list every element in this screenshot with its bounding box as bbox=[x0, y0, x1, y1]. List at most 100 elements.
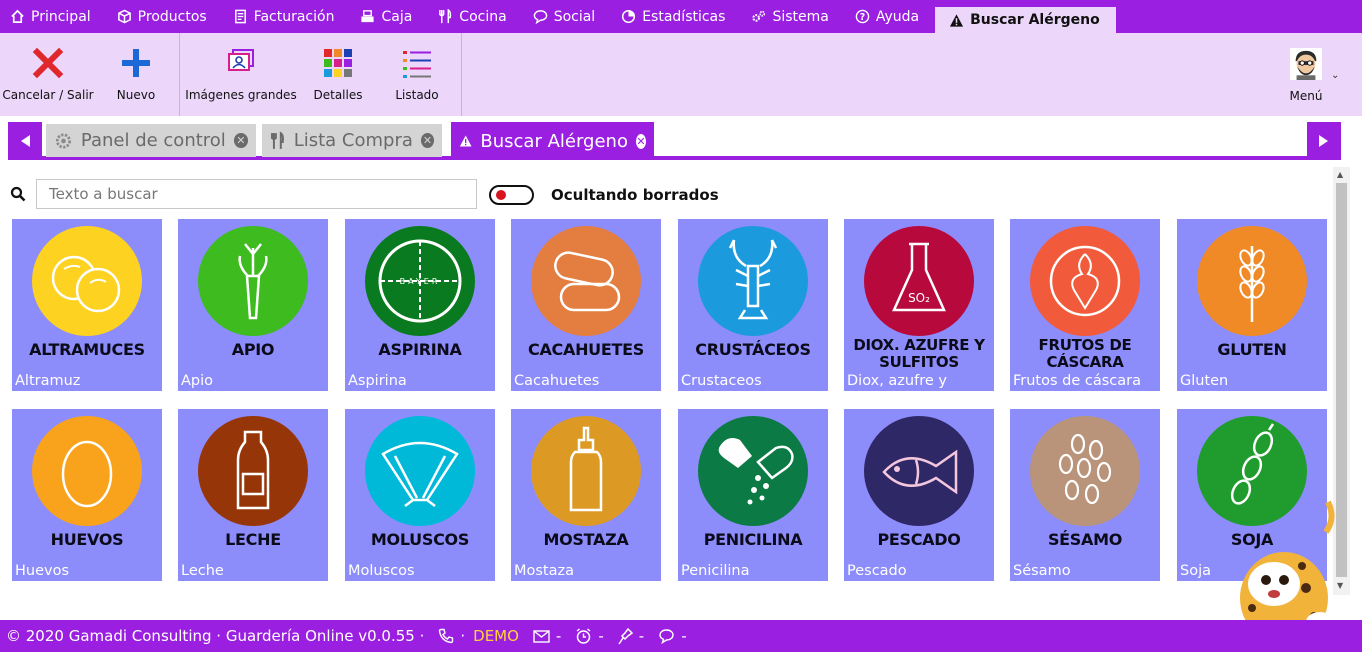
allergen-caption: FRUTOS DE CÁSCARA bbox=[1038, 336, 1132, 371]
aspirin-cross-icon: BAYER bbox=[365, 226, 475, 336]
allergen-caption: LECHE bbox=[225, 530, 281, 549]
allergen-name: Frutos de cáscara bbox=[1013, 373, 1142, 389]
allergen-name: Gluten bbox=[1180, 373, 1229, 389]
chat-icon bbox=[533, 10, 547, 24]
question-icon: ? bbox=[855, 9, 870, 24]
alarm-clock-icon[interactable] bbox=[575, 627, 592, 645]
cancel-button[interactable]: Cancelar / Salir bbox=[2, 33, 94, 116]
cancel-label: Cancelar / Salir bbox=[2, 88, 94, 102]
allergen-card-cacahuetes[interactable]: CACAHUETES Cacahuetes bbox=[511, 219, 661, 391]
close-icon[interactable]: ✕ bbox=[420, 133, 434, 148]
toggle-knob bbox=[496, 190, 506, 200]
allergen-name: Aspirina bbox=[348, 373, 407, 389]
warning-icon bbox=[950, 13, 964, 27]
allergen-card-sesamo[interactable]: SÉSAMO Sésamo bbox=[1010, 409, 1160, 581]
new-label: Nuevo bbox=[116, 88, 156, 102]
details-button[interactable]: Detalles bbox=[306, 33, 370, 116]
fish-icon bbox=[864, 416, 974, 526]
allergen-circle bbox=[198, 226, 308, 336]
allergen-card-gluten[interactable]: GLUTEN Gluten bbox=[1177, 219, 1327, 391]
allergen-card-mostaza[interactable]: MOSTAZA Mostaza bbox=[511, 409, 661, 581]
allergen-name: Crustaceos bbox=[681, 373, 762, 389]
cutlery-icon bbox=[270, 130, 284, 149]
menu-item-label: Cocina bbox=[459, 8, 507, 25]
svg-text:?: ? bbox=[860, 12, 865, 23]
new-button[interactable]: Nuevo bbox=[104, 33, 168, 116]
image-gallery-icon bbox=[225, 47, 257, 79]
allergen-card-aspirina[interactable]: BAYER ASPIRINA Aspirina bbox=[345, 219, 495, 391]
close-icon[interactable]: ✕ bbox=[635, 133, 646, 149]
allergen-card-altramuces[interactable]: ALTRAMUCES Altramuz bbox=[12, 219, 162, 391]
allergen-card-apio[interactable]: APIO Apio bbox=[178, 219, 328, 391]
user-menu-button[interactable]: Menú bbox=[1276, 33, 1336, 116]
allergen-card-leche[interactable]: LECHE Leche bbox=[178, 409, 328, 581]
menu-item-ayuda[interactable]: ? Ayuda bbox=[845, 0, 935, 33]
email-value: - bbox=[555, 627, 562, 645]
close-icon[interactable]: ✕ bbox=[233, 133, 248, 148]
triangle-right-icon bbox=[1319, 135, 1328, 147]
show-deleted-toggle[interactable] bbox=[489, 185, 534, 205]
allergen-circle bbox=[1197, 226, 1307, 336]
menu-item-social[interactable]: Social bbox=[523, 0, 612, 33]
menu-item-estadisticas[interactable]: Estadísticas bbox=[611, 0, 741, 33]
tab-panel-de-control[interactable]: Panel de control ✕ bbox=[46, 124, 256, 157]
search-input[interactable] bbox=[36, 179, 477, 209]
big-images-button[interactable]: Imágenes grandes bbox=[185, 33, 297, 116]
pin-icon[interactable] bbox=[618, 627, 633, 645]
scroll-up-arrow-icon[interactable]: ▲ bbox=[1337, 170, 1343, 179]
menu-item-label: Estadísticas bbox=[642, 8, 726, 25]
tabs-scroll-left-button[interactable] bbox=[8, 122, 42, 160]
pin-value: - bbox=[638, 627, 645, 645]
allergen-circle bbox=[32, 226, 142, 336]
menu-item-label: Buscar Alérgeno bbox=[970, 12, 1100, 28]
menu-item-sistema[interactable]: Sistema bbox=[741, 0, 844, 33]
allergen-circle bbox=[698, 416, 808, 526]
allergen-name: Pescado bbox=[847, 563, 907, 579]
allergen-card-frutos-de-cascara[interactable]: FRUTOS DE CÁSCARA Frutos de cáscara bbox=[1010, 219, 1160, 391]
chat-icon[interactable] bbox=[658, 628, 675, 644]
allergen-circle bbox=[198, 416, 308, 526]
traffic-gear-icon bbox=[55, 132, 72, 149]
allergen-name: Leche bbox=[181, 563, 224, 579]
allergen-card-pescado[interactable]: PESCADO Pescado bbox=[844, 409, 994, 581]
tab-lista-compra[interactable]: Lista Compra ✕ bbox=[262, 124, 442, 157]
chevron-down-icon[interactable]: ⌄ bbox=[1331, 70, 1339, 81]
allergen-circle bbox=[32, 416, 142, 526]
allergen-card-moluscos[interactable]: MOLUSCOS Moluscos bbox=[345, 409, 495, 581]
cancel-x-icon bbox=[32, 47, 64, 79]
tabs-scroll-right-button[interactable] bbox=[1307, 122, 1341, 160]
allergen-card-penicilina[interactable]: PENICILINA Penicilina bbox=[678, 409, 828, 581]
avatar bbox=[1290, 48, 1322, 80]
allergen-card-huevos[interactable]: HUEVOS Huevos bbox=[12, 409, 162, 581]
gears-icon bbox=[752, 10, 766, 22]
menu-item-caja[interactable]: Caja bbox=[350, 0, 428, 33]
allergen-name: Soja bbox=[1180, 563, 1211, 579]
alarm-value: - bbox=[598, 627, 604, 645]
allergen-caption: PESCADO bbox=[877, 530, 961, 549]
warning-icon bbox=[459, 135, 472, 147]
tab-buscar-alergeno[interactable]: Buscar Alérgeno ✕ bbox=[451, 122, 654, 160]
tab-label: Buscar Alérgeno bbox=[480, 130, 628, 152]
menu-item-buscar-alergeno[interactable]: Buscar Alérgeno bbox=[935, 7, 1116, 33]
list-button[interactable]: Listado bbox=[385, 33, 449, 116]
search-icon bbox=[10, 186, 26, 202]
allergen-card-crustaceos[interactable]: CRUSTÁCEOS Crustaceos bbox=[678, 219, 828, 391]
phone-icon[interactable] bbox=[438, 628, 454, 644]
allergen-caption: PENICILINA bbox=[703, 530, 803, 549]
email-icon[interactable] bbox=[533, 629, 550, 643]
demo-badge: DEMO bbox=[473, 627, 519, 645]
globe-chart-icon bbox=[622, 9, 636, 24]
allergen-circle bbox=[864, 416, 974, 526]
menu-item-facturacion[interactable]: Facturación bbox=[223, 0, 351, 33]
allergen-name: Cacahuetes bbox=[514, 373, 600, 389]
allergen-name: Mostaza bbox=[514, 563, 575, 579]
svg-text:BAYER: BAYER bbox=[400, 277, 441, 286]
cutlery-icon bbox=[439, 9, 452, 24]
menu-item-cocina[interactable]: Cocina bbox=[428, 0, 522, 33]
sesame-seeds-icon bbox=[1030, 416, 1140, 526]
cube-icon bbox=[117, 9, 131, 24]
allergen-card-sulfitos[interactable]: SO₂ DIOX. AZUFRE Y SULFITOS Diox, azufre… bbox=[844, 219, 994, 391]
menu-item-label: Productos bbox=[137, 8, 207, 25]
menu-item-productos[interactable]: Productos bbox=[107, 0, 223, 33]
menu-item-principal[interactable]: Principal bbox=[0, 0, 107, 33]
